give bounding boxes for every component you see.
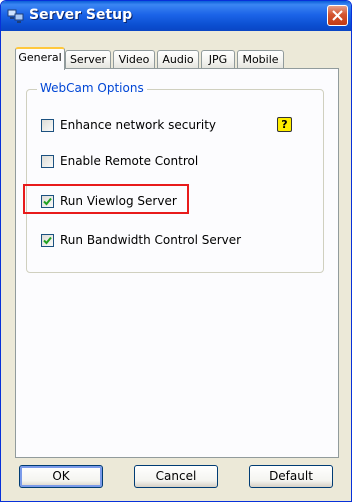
ok-button[interactable]: OK [19,465,103,488]
tab-mobile[interactable]: Mobile [237,50,284,68]
default-button[interactable]: Default [249,465,333,488]
cancel-button[interactable]: Cancel [134,465,218,488]
group-label: WebCam Options [37,81,147,95]
help-icon[interactable]: ? [277,117,292,132]
close-icon [332,10,343,21]
tab-server[interactable]: Server [65,50,111,68]
server-setup-window: Server Setup General Server Video Audio … [0,0,352,502]
highlight-annotation [23,184,189,214]
window-title: Server Setup [29,7,133,23]
option-label: Enhance network security [60,118,217,132]
checkbox-run-bandwidth-control-server[interactable] [41,234,54,247]
checkbox-enable-remote-control[interactable] [41,155,54,168]
checkbox-enhance-network-security[interactable] [41,119,54,132]
tab-video[interactable]: Video [113,50,155,68]
tab-general[interactable]: General [15,47,65,70]
option-label: Enable Remote Control [60,154,199,168]
option-label: Run Bandwidth Control Server [60,233,242,247]
computers-icon [7,9,24,23]
tab-audio[interactable]: Audio [157,50,199,68]
checkmark-icon [43,236,52,245]
tab-jpg[interactable]: JPG [201,50,235,68]
close-button[interactable] [327,5,348,26]
title-bar[interactable]: Server Setup [1,1,351,31]
